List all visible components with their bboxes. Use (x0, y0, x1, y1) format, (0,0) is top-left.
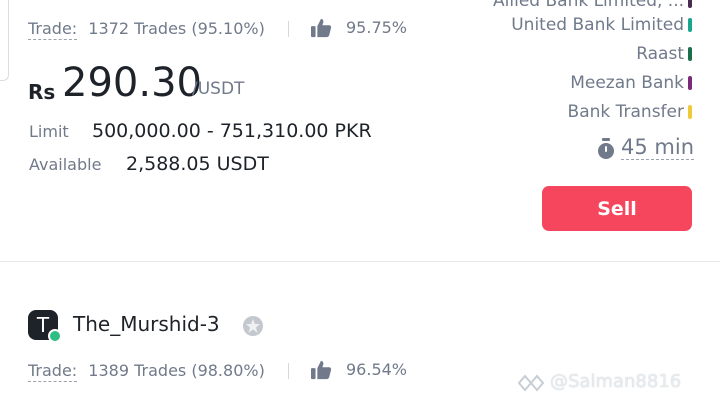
payment-method-bank-transfer: Bank Transfer (567, 102, 684, 122)
payment-method-allied-bank: Allied Bank Limited, ... (493, 0, 684, 11)
payment-method-raast: Raast (636, 44, 684, 64)
merchant-name[interactable]: The_Murshid-3 (73, 312, 220, 336)
payment-method-meezan-bank: Meezan Bank (570, 73, 684, 93)
payment-dot-allied (688, 0, 692, 8)
positive-rating-2: 96.54% (346, 360, 408, 379)
thumbs-up-icon (311, 18, 332, 38)
trade-stats-2: Trade: 1389 Trades (98.80%) (28, 361, 265, 382)
timer-icon (598, 138, 614, 159)
merchant-badge-icon (243, 316, 263, 336)
online-status-dot (48, 329, 62, 343)
watermark-logo-icon (517, 374, 545, 392)
positive-rating: 95.75% (346, 18, 408, 37)
card-divider (0, 261, 720, 262)
available-value: 2,588.05 USDT (126, 153, 269, 175)
price-unit: /USDT (192, 79, 245, 99)
trade-count: 1372 Trades (95.10%) (88, 19, 265, 38)
time-limit: 45 min (621, 135, 694, 160)
sell-button[interactable]: Sell (542, 186, 692, 231)
payment-method-united-bank: United Bank Limited (511, 15, 684, 35)
trade-stats: Trade: 1372 Trades (95.10%) (28, 19, 265, 40)
limit-value: 500,000.00 - 751,310.00 PKR (92, 120, 372, 142)
limit-label: Limit (29, 122, 69, 141)
payment-dot-raast (688, 47, 692, 61)
trade-label[interactable]: Trade: (28, 19, 78, 40)
available-label: Available (29, 155, 102, 174)
thumbs-up-icon-2 (311, 360, 332, 380)
previous-card-edge (0, 0, 9, 81)
trade-label-2[interactable]: Trade: (28, 361, 78, 382)
currency-symbol: Rs (28, 80, 56, 104)
payment-dot-meezan (688, 76, 692, 90)
trade-count-2: 1389 Trades (98.80%) (88, 361, 265, 380)
stats-separator (288, 21, 289, 37)
payment-dot-united (688, 18, 692, 32)
price: 290.30 (62, 60, 202, 106)
payment-dot-bank-transfer (688, 105, 692, 119)
watermark-text: @Salman8816 (550, 371, 682, 392)
stats-separator-2 (288, 363, 289, 379)
